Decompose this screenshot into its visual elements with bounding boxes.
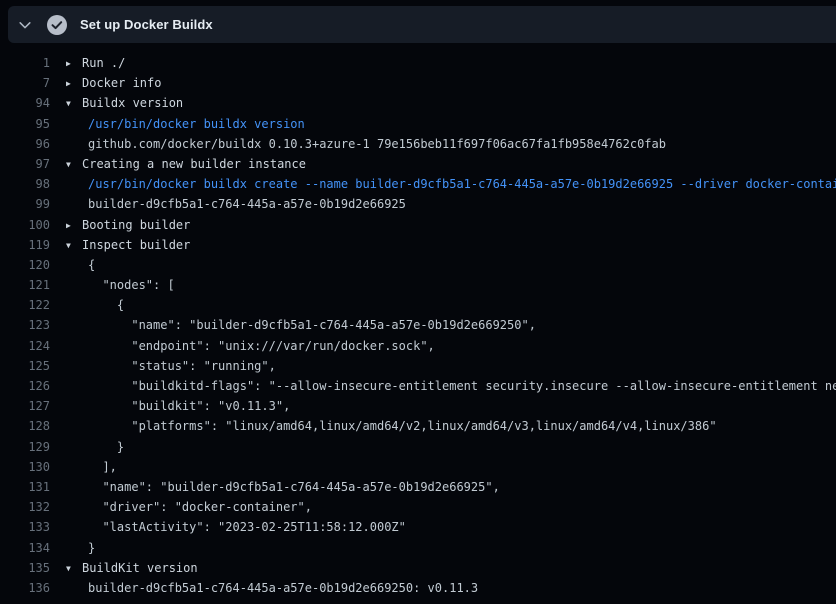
group-expanded-icon[interactable]: ▼ xyxy=(66,93,80,113)
group-title: Creating a new builder instance xyxy=(80,154,836,174)
group-expanded-icon[interactable]: ▼ xyxy=(66,558,80,578)
output-text: builder-d9cfb5a1-c764-445a-a57e-0b19d2e6… xyxy=(80,578,836,598)
log-group-row[interactable]: 100 ▶Booting builder xyxy=(0,215,836,235)
log-line: 123 "name": "builder-d9cfb5a1-c764-445a-… xyxy=(0,315,836,335)
line-number[interactable]: 131 xyxy=(0,477,50,497)
output-text: { xyxy=(80,295,836,315)
group-expanded-icon[interactable]: ▼ xyxy=(66,235,80,255)
output-text: "lastActivity": "2023-02-25T11:58:12.000… xyxy=(80,517,836,537)
group-title: BuildKit version xyxy=(80,558,836,578)
log-line: 129 } xyxy=(0,437,836,457)
line-number[interactable]: 119 xyxy=(0,235,50,255)
line-number[interactable]: 132 xyxy=(0,497,50,517)
log-line: 121 "nodes": [ xyxy=(0,275,836,295)
group-collapsed-icon[interactable]: ▶ xyxy=(66,73,80,93)
line-number[interactable]: 135 xyxy=(0,558,50,578)
output-text: { xyxy=(80,255,836,275)
line-number[interactable]: 124 xyxy=(0,336,50,356)
output-text: builder-d9cfb5a1-c764-445a-a57e-0b19d2e6… xyxy=(80,194,836,214)
log-line: 99 builder-d9cfb5a1-c764-445a-a57e-0b19d2… xyxy=(0,194,836,214)
line-number[interactable]: 96 xyxy=(0,134,50,154)
log-line: 128 "platforms": "linux/amd64,linux/amd6… xyxy=(0,416,836,436)
log-line: 133 "lastActivity": "2023-02-25T11:58:12… xyxy=(0,517,836,537)
output-text: } xyxy=(80,538,836,558)
log-line: 95/usr/bin/docker buildx version xyxy=(0,114,836,134)
log-line: 98/usr/bin/docker buildx create --name b… xyxy=(0,174,836,194)
log-line: 131 "name": "builder-d9cfb5a1-c764-445a-… xyxy=(0,477,836,497)
group-collapsed-icon[interactable]: ▶ xyxy=(66,53,80,73)
line-number[interactable]: 125 xyxy=(0,356,50,376)
line-number[interactable]: 97 xyxy=(0,154,50,174)
log-line: 130 ], xyxy=(0,457,836,477)
output-text: "name": "builder-d9cfb5a1-c764-445a-a57e… xyxy=(80,477,836,497)
line-number[interactable]: 98 xyxy=(0,174,50,194)
group-collapsed-icon[interactable]: ▶ xyxy=(66,215,80,235)
log-group-row[interactable]: 97 ▼Creating a new builder instance xyxy=(0,154,836,174)
check-circle-icon xyxy=(47,15,67,35)
output-text: "nodes": [ xyxy=(80,275,836,295)
log-line: 127 "buildkit": "v0.11.3", xyxy=(0,396,836,416)
command-text: /usr/bin/docker buildx create --name bui… xyxy=(80,174,836,194)
line-number[interactable]: 122 xyxy=(0,295,50,315)
output-text: ], xyxy=(80,457,836,477)
group-title: Booting builder xyxy=(80,215,836,235)
output-text: "platforms": "linux/amd64,linux/amd64/v2… xyxy=(80,416,836,436)
group-title: Buildx version xyxy=(80,93,836,113)
output-text: github.com/docker/buildx 0.10.3+azure-1 … xyxy=(80,134,836,154)
log-line: 132 "driver": "docker-container", xyxy=(0,497,836,517)
log-group-row[interactable]: 1 ▶Run ./ xyxy=(0,53,836,73)
line-number[interactable]: 134 xyxy=(0,538,50,558)
chevron-down-icon[interactable] xyxy=(8,6,42,43)
log-line: 120 { xyxy=(0,255,836,275)
line-number[interactable]: 133 xyxy=(0,517,50,537)
line-number[interactable]: 94 xyxy=(0,93,50,113)
log-group-row[interactable]: 119 ▼Inspect builder xyxy=(0,235,836,255)
line-number[interactable]: 95 xyxy=(0,114,50,134)
log-group-row[interactable]: 135 ▼BuildKit version xyxy=(0,558,836,578)
step-header[interactable]: Set up Docker Buildx xyxy=(8,6,836,43)
log-group-row[interactable]: 7 ▶Docker info xyxy=(0,73,836,93)
log-line: 124 "endpoint": "unix:///var/run/docker.… xyxy=(0,336,836,356)
log-lines: 1▶Run ./7▶Docker info94▼Buildx version95… xyxy=(0,53,836,604)
group-title: Run ./ xyxy=(80,53,836,73)
line-number[interactable]: 7 xyxy=(0,73,50,93)
line-number[interactable]: 123 xyxy=(0,315,50,335)
line-number[interactable]: 100 xyxy=(0,215,50,235)
command-text: /usr/bin/docker buildx version xyxy=(80,114,836,134)
line-number[interactable]: 99 xyxy=(0,194,50,214)
line-number[interactable]: 121 xyxy=(0,275,50,295)
group-title: Docker info xyxy=(80,73,836,93)
log-group-row[interactable]: 94 ▼Buildx version xyxy=(0,93,836,113)
log-line: 125 "status": "running", xyxy=(0,356,836,376)
log-line: 122 { xyxy=(0,295,836,315)
log-line: 96 github.com/docker/buildx 0.10.3+azure-… xyxy=(0,134,836,154)
line-number[interactable]: 126 xyxy=(0,376,50,396)
output-text: "name": "builder-d9cfb5a1-c764-445a-a57e… xyxy=(80,315,836,335)
output-text: "buildkit": "v0.11.3", xyxy=(80,396,836,416)
line-number[interactable]: 136 xyxy=(0,578,50,598)
log-line: 134} xyxy=(0,538,836,558)
output-text: "endpoint": "unix:///var/run/docker.sock… xyxy=(80,336,836,356)
line-number[interactable]: 120 xyxy=(0,255,50,275)
step-title: Set up Docker Buildx xyxy=(80,17,213,32)
output-text: "buildkitd-flags": "--allow-insecure-ent… xyxy=(80,376,836,396)
log-line: 136 builder-d9cfb5a1-c764-445a-a57e-0b19d… xyxy=(0,578,836,598)
output-text: "driver": "docker-container", xyxy=(80,497,836,517)
line-number[interactable]: 128 xyxy=(0,416,50,436)
line-number[interactable]: 129 xyxy=(0,437,50,457)
output-text: "status": "running", xyxy=(80,356,836,376)
group-title: Inspect builder xyxy=(80,235,836,255)
log-line: 126 "buildkitd-flags": "--allow-insecure… xyxy=(0,376,836,396)
line-number[interactable]: 130 xyxy=(0,457,50,477)
group-expanded-icon[interactable]: ▼ xyxy=(66,154,80,174)
line-number[interactable]: 1 xyxy=(0,53,50,73)
line-number[interactable]: 127 xyxy=(0,396,50,416)
output-text: } xyxy=(80,437,836,457)
